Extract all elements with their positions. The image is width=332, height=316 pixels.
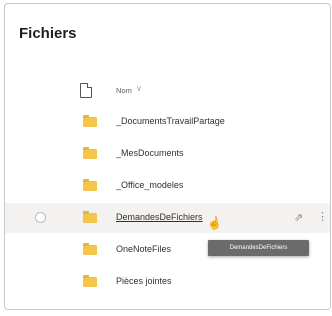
folder-icon (83, 179, 97, 191)
item-name[interactable]: OneNoteFiles (116, 244, 171, 254)
hand-cursor-icon: ☝ (206, 215, 223, 231)
list-item[interactable]: Pièces jointes (5, 267, 330, 297)
item-name[interactable]: Pièces jointes (116, 276, 172, 286)
page-title: Fichiers (19, 25, 77, 42)
select-radio[interactable] (35, 212, 46, 223)
more-actions-icon[interactable]: ⋮ (317, 210, 328, 223)
folder-icon (83, 275, 97, 287)
folder-icon (83, 243, 97, 255)
folder-icon (83, 115, 97, 127)
list-item[interactable]: _MesDocuments (5, 139, 330, 169)
item-name[interactable]: _Office_modeles (116, 180, 183, 190)
list-item[interactable]: _DocumentsTravailPartage (5, 107, 330, 137)
list-item[interactable]: _Office_modeles (5, 171, 330, 201)
column-header: Nom ∨ (5, 77, 330, 107)
files-panel: Fichiers Nom ∨ _DocumentsTravailPartage … (4, 3, 331, 310)
column-header-name[interactable]: Nom (116, 86, 132, 95)
list-item[interactable]: DemandesDeFichiers ☝ ⇗ ⋮ (5, 203, 330, 233)
file-type-icon (80, 83, 92, 98)
tooltip: DemandesDeFichiers (208, 240, 309, 256)
chevron-down-icon[interactable]: ∨ (136, 84, 142, 93)
item-name[interactable]: DemandesDeFichiers (116, 212, 203, 222)
item-name[interactable]: _DocumentsTravailPartage (116, 116, 225, 126)
share-icon[interactable]: ⇗ (294, 211, 303, 224)
folder-icon (83, 211, 97, 223)
item-name[interactable]: _MesDocuments (116, 148, 184, 158)
folder-icon (83, 147, 97, 159)
